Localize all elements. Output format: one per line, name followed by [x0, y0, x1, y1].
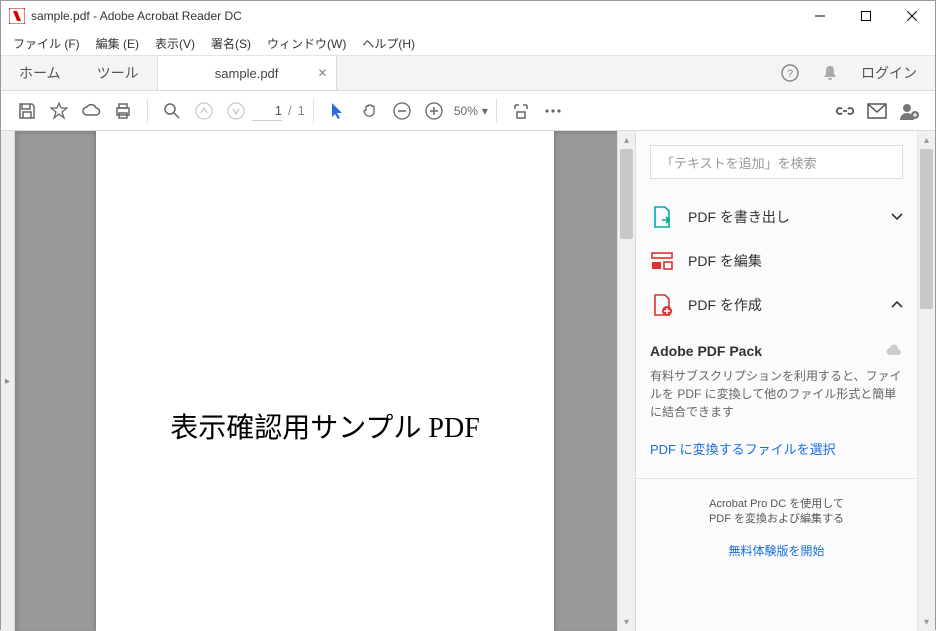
create-pdf-label: PDF を作成: [688, 295, 891, 315]
toolbar: / 1 50% ▾: [1, 91, 935, 131]
more-tools-icon[interactable]: [537, 95, 569, 127]
cloud-icon[interactable]: [75, 95, 107, 127]
app-logo-icon: [9, 8, 25, 24]
promo-line-1: Acrobat Pro DC を使用して: [650, 497, 903, 512]
zoom-out-icon[interactable]: [386, 95, 418, 127]
scroll-down-icon[interactable]: ▾: [918, 613, 935, 631]
promo-line-2: PDF を変換および編集する: [650, 512, 903, 527]
login-button[interactable]: ログイン: [861, 63, 917, 83]
window-controls: [797, 1, 935, 31]
scroll-thumb[interactable]: [920, 149, 933, 309]
menu-window[interactable]: ウィンドウ(W): [259, 33, 354, 54]
page-input[interactable]: [252, 101, 282, 121]
edit-pdf-label: PDF を編集: [688, 251, 903, 271]
side-panel: 「テキストを追加」を検索 PDF を書き出し PDF を編集 PDF を作成 A…: [635, 131, 935, 631]
window-title: sample.pdf - Adobe Acrobat Reader DC: [31, 9, 797, 23]
edit-pdf-icon: [650, 249, 674, 273]
email-icon[interactable]: [861, 95, 893, 127]
tools-tab[interactable]: ツール: [79, 56, 157, 90]
menu-help[interactable]: ヘルプ(H): [354, 33, 423, 54]
print-icon[interactable]: [107, 95, 139, 127]
create-pdf-tool[interactable]: PDF を作成: [650, 283, 903, 327]
scroll-up-icon[interactable]: ▴: [918, 131, 935, 149]
menu-file[interactable]: ファイル (F): [5, 33, 88, 54]
share-link-icon[interactable]: [829, 95, 861, 127]
chevron-up-icon: [891, 301, 903, 309]
create-pdf-icon: [650, 293, 674, 317]
next-page-icon[interactable]: [220, 95, 252, 127]
promo-block: Acrobat Pro DC を使用して PDF を変換および編集する 無料体験…: [636, 478, 917, 559]
help-icon[interactable]: ?: [781, 64, 799, 82]
titlebar: sample.pdf - Adobe Acrobat Reader DC: [1, 1, 935, 31]
pdf-heading-text: 表示確認用サンプル PDF: [170, 406, 480, 446]
tab-close-icon[interactable]: ✕: [318, 66, 328, 80]
page-sep: /: [288, 103, 292, 118]
find-icon[interactable]: [156, 95, 188, 127]
pack-title: Adobe PDF Pack: [650, 343, 762, 359]
star-icon[interactable]: [43, 95, 75, 127]
export-pdf-icon: [650, 205, 674, 229]
share-user-icon[interactable]: [893, 95, 925, 127]
left-rail-toggle[interactable]: ▸: [1, 131, 15, 631]
svg-text:?: ?: [787, 68, 793, 80]
prev-page-icon[interactable]: [188, 95, 220, 127]
home-tab[interactable]: ホーム: [1, 56, 79, 90]
pdf-page: 表示確認用サンプル PDF: [96, 131, 554, 631]
content-area: ▸ 表示確認用サンプル PDF ▴ ▾ 「テキストを追加」を検索 PDF を書き…: [1, 131, 935, 631]
close-button[interactable]: [889, 1, 935, 31]
page-total: 1: [298, 103, 305, 118]
menu-view[interactable]: 表示(V): [147, 33, 203, 54]
chevron-down-icon: ▾: [482, 104, 488, 118]
document-tab[interactable]: sample.pdf ✕: [157, 56, 337, 90]
bell-icon[interactable]: [821, 64, 839, 82]
export-pdf-tool[interactable]: PDF を書き出し: [650, 195, 903, 239]
viewer-scrollbar[interactable]: ▴ ▾: [617, 131, 635, 631]
scroll-up-icon[interactable]: ▴: [618, 131, 635, 149]
chevron-down-icon: [891, 213, 903, 221]
save-icon[interactable]: [11, 95, 43, 127]
pack-description: 有料サブスクリプションを利用すると、ファイルを PDF に変換して他のファイル形…: [650, 367, 903, 421]
zoom-in-icon[interactable]: [418, 95, 450, 127]
zoom-select[interactable]: 50% ▾: [454, 104, 488, 118]
cloud-sync-icon: [885, 344, 903, 358]
select-file-link[interactable]: PDF に変換するファイルを選択: [650, 439, 903, 458]
start-trial-link[interactable]: 無料体験版を開始: [650, 542, 903, 559]
scroll-thumb[interactable]: [620, 149, 633, 239]
menubar: ファイル (F) 編集 (E) 表示(V) 署名(S) ウィンドウ(W) ヘルプ…: [1, 31, 935, 55]
maximize-button[interactable]: [843, 1, 889, 31]
zoom-value: 50%: [454, 104, 478, 118]
tool-search-placeholder: 「テキストを追加」を検索: [661, 153, 817, 172]
sidepanel-scrollbar[interactable]: ▴ ▾: [917, 131, 935, 631]
menu-edit[interactable]: 編集 (E): [88, 33, 147, 54]
document-viewer[interactable]: 表示確認用サンプル PDF ▴ ▾: [15, 131, 635, 631]
hand-tool-icon[interactable]: [354, 95, 386, 127]
export-pdf-label: PDF を書き出し: [688, 207, 891, 227]
edit-pdf-tool[interactable]: PDF を編集: [650, 239, 903, 283]
document-tab-label: sample.pdf: [215, 66, 279, 81]
tabbar: ホーム ツール sample.pdf ✕ ? ログイン: [1, 55, 935, 91]
menu-sign[interactable]: 署名(S): [203, 33, 259, 54]
tool-search-input[interactable]: 「テキストを追加」を検索: [650, 145, 903, 179]
fit-width-icon[interactable]: [505, 95, 537, 127]
selection-tool-icon[interactable]: [322, 95, 354, 127]
pdf-pack-block: Adobe PDF Pack 有料サブスクリプションを利用すると、ファイルを P…: [650, 343, 903, 458]
page-indicator: / 1: [252, 101, 305, 121]
scroll-down-icon[interactable]: ▾: [618, 613, 635, 631]
minimize-button[interactable]: [797, 1, 843, 31]
